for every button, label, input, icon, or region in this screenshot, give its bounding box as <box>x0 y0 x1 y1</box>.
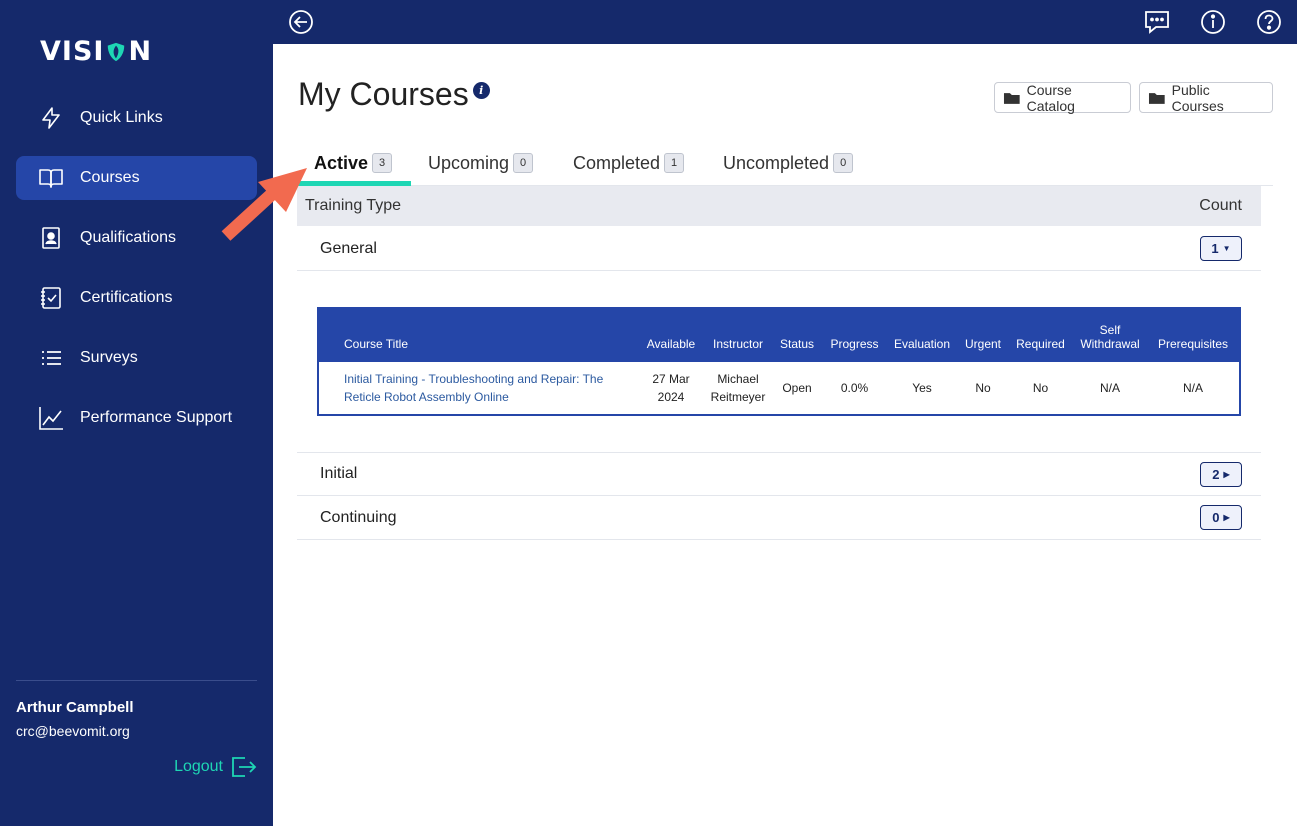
group-row-initial[interactable]: Initial 2 ▶ <box>297 452 1261 496</box>
group-count: 2 <box>1212 466 1220 482</box>
sidebar-item-surveys[interactable]: Surveys <box>16 336 257 380</box>
sidebar-divider <box>16 680 257 681</box>
count-header: Count <box>1199 197 1242 214</box>
cell-available: 27 Mar 2024 <box>652 372 690 404</box>
group-name: Continuing <box>320 508 397 526</box>
checklist-icon <box>38 285 64 311</box>
public-courses-label: Public Courses <box>1171 81 1224 114</box>
back-arrow-icon[interactable] <box>287 8 315 36</box>
sidebar-item-label: Surveys <box>80 349 138 366</box>
list-icon <box>38 345 64 371</box>
vision-logo[interactable]: VISI N <box>40 36 152 67</box>
badge-icon <box>38 225 64 251</box>
course-detail-table: Course Title Available Instructor Status… <box>317 307 1241 416</box>
group-row-continuing[interactable]: Continuing 0 ▶ <box>297 496 1261 540</box>
user-email: crc@beevomit.org <box>16 723 130 739</box>
top-bar <box>273 0 1297 44</box>
tab-active[interactable]: Active 3 <box>298 140 411 187</box>
sidebar-item-certifications[interactable]: Certifications <box>16 276 257 320</box>
book-icon <box>38 165 64 191</box>
tab-label: Completed <box>573 152 661 173</box>
user-name: Arthur Campbell <box>16 699 134 716</box>
folder-icon <box>1003 92 1020 104</box>
sidebar-item-quick-links[interactable]: Quick Links <box>16 96 257 140</box>
column-header[interactable]: Status <box>771 309 823 362</box>
column-header[interactable]: Evaluation <box>886 309 958 362</box>
group-name: General <box>320 239 377 257</box>
info-icon[interactable] <box>1199 8 1227 36</box>
group-count-toggle[interactable]: 0 ▶ <box>1200 505 1242 530</box>
logout-icon <box>232 757 257 777</box>
logo-shield-icon <box>108 42 125 61</box>
sidebar-item-label: Quick Links <box>80 109 163 126</box>
sidebar-item-label: Courses <box>80 169 140 186</box>
cell-urgent: No <box>975 381 991 395</box>
logout-label: Logout <box>174 758 223 775</box>
group-row-general[interactable]: General 1 ▼ <box>297 227 1261 271</box>
group-count-toggle[interactable]: 2 ▶ <box>1200 461 1242 487</box>
tab-label: Uncompleted <box>723 152 830 173</box>
sidebar-item-label: Qualifications <box>80 229 177 246</box>
logout-button[interactable]: Logout <box>174 756 257 778</box>
caret-down-icon: ▼ <box>1222 244 1231 253</box>
sidebar-item-label: Certifications <box>80 289 173 306</box>
cell-required: No <box>1032 381 1049 395</box>
training-type-header: Training Type <box>305 197 402 214</box>
chat-icon[interactable] <box>1143 8 1171 36</box>
status-tabs: Active 3 Upcoming 0 Completed 1 Uncomple… <box>298 140 1273 187</box>
caret-right-icon: ▶ <box>1223 469 1230 479</box>
column-header[interactable]: Prerequisites <box>1147 309 1239 362</box>
cell-progress: 0.0% <box>840 381 869 395</box>
sidebar-nav: Quick Links Courses Qualifications Certi… <box>16 96 257 456</box>
help-icon[interactable] <box>1255 8 1283 36</box>
group-count: 0 <box>1212 510 1220 525</box>
tab-label: Active <box>314 152 369 173</box>
course-catalog-button[interactable]: Course Catalog <box>994 81 1131 114</box>
tab-count-badge: 0 <box>833 153 854 173</box>
cell-instructor: Michael Reitmeyer <box>710 372 766 404</box>
sidebar-item-label: Performance Support <box>80 409 233 426</box>
sidebar: VISI N Quick Links Courses Qualification… <box>0 0 273 826</box>
cell-status: Open <box>782 381 812 395</box>
logo-text-right: N <box>128 36 153 67</box>
course-table-header: Course Title Available Instructor Status… <box>319 309 1239 362</box>
cell-self-withdrawal: N/A <box>1099 381 1120 395</box>
training-type-grid-header: Training Type Count <box>297 186 1261 226</box>
column-header[interactable]: Instructor <box>705 309 771 362</box>
page-info-icon[interactable]: i <box>472 82 490 99</box>
tab-label: Upcoming <box>428 152 510 173</box>
column-header[interactable]: Urgent <box>958 309 1008 362</box>
tab-completed[interactable]: Completed 1 <box>557 140 700 186</box>
tab-uncompleted[interactable]: Uncompleted 0 <box>707 140 869 186</box>
line-chart-icon <box>38 405 64 431</box>
sidebar-item-performance-support[interactable]: Performance Support <box>16 396 257 440</box>
tab-count-badge: 1 <box>664 153 685 173</box>
course-table: Course Title Available Instructor Status… <box>319 309 1239 414</box>
tab-count-badge: 0 <box>513 153 534 173</box>
group-count: 1 <box>1211 241 1219 256</box>
cell-evaluation: Yes <box>912 381 932 395</box>
lightning-icon <box>38 105 64 131</box>
cell-prerequisites: N/A <box>1182 381 1203 395</box>
column-header[interactable]: Course Title <box>319 309 637 362</box>
callout-arrow-icon <box>221 168 307 241</box>
group-name: Initial <box>320 465 358 482</box>
caret-right-icon: ▶ <box>1223 513 1230 522</box>
logo-text-left: VISI <box>40 36 105 67</box>
page-title: My Courses i <box>298 76 490 113</box>
group-count-toggle[interactable]: 1 ▼ <box>1200 236 1242 261</box>
page-title-text: My Courses <box>298 76 469 112</box>
tab-upcoming[interactable]: Upcoming 0 <box>412 140 549 186</box>
column-header[interactable]: Required <box>1008 309 1073 362</box>
column-header[interactable]: Progress <box>823 309 886 362</box>
public-courses-button[interactable]: Public Courses <box>1139 81 1273 114</box>
table-row: Initial Training - Troubleshooting and R… <box>319 362 1239 414</box>
course-title-link[interactable]: Initial Training - Troubleshooting and R… <box>319 362 637 414</box>
course-catalog-label: Course Catalog <box>1026 81 1075 114</box>
column-header[interactable]: Available <box>637 309 705 362</box>
folder-icon <box>1148 92 1165 104</box>
column-header[interactable]: Self Withdrawal <box>1073 309 1147 362</box>
tab-count-badge: 3 <box>372 153 393 173</box>
